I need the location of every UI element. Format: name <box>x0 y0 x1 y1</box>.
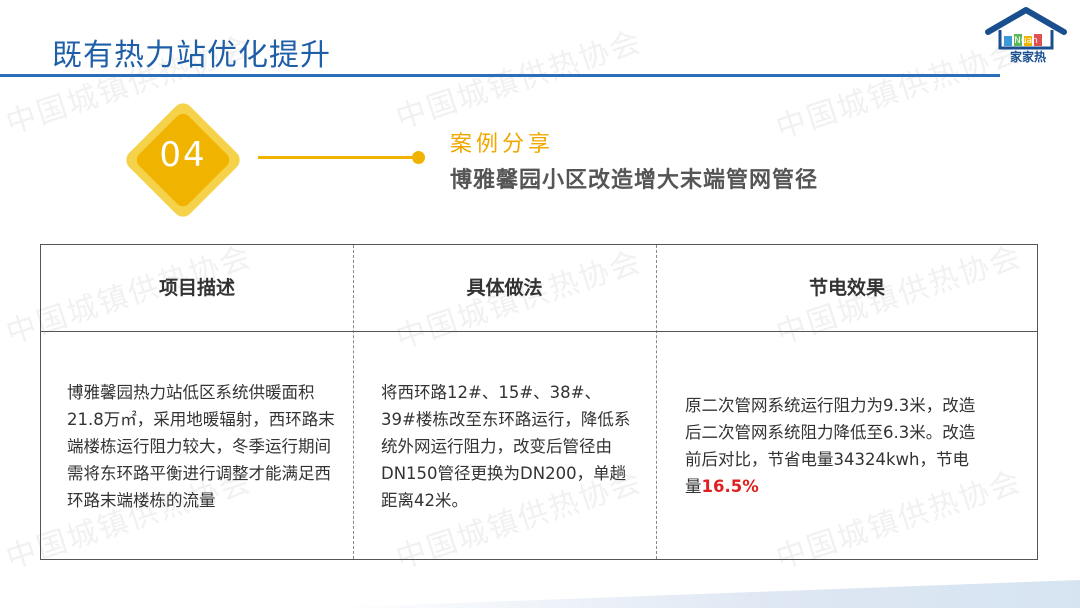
effect-paragraph: 原二次管网系统运行阻力为9.3米，改造后二次管网系统阻力降低至6.3米。改造前后… <box>685 392 985 500</box>
case-label: 案例分享 <box>450 132 555 157</box>
bottom-decoration <box>320 580 1080 608</box>
cell-description: 博雅馨园热力站低区系统供暖面积21.8万㎡，采用地暖辐射，西环路末端楼栋运行阻力… <box>67 331 337 561</box>
effect-highlight: 16.5% <box>701 477 759 496</box>
page-title: 既有热力站优化提升 <box>52 38 331 73</box>
case-number-badge: 04 <box>118 95 248 225</box>
watermark: 中国城镇供热协会 <box>391 24 647 137</box>
description-text: 博雅馨园热力站低区系统供暖面积21.8万㎡，采用地暖辐射，西环路末端楼栋运行阻力… <box>67 382 335 510</box>
case-table: 项目描述 具体做法 节电效果 博雅馨园热力站低区系统供暖面积21.8万㎡，采用地… <box>40 244 1038 560</box>
header-effect: 节电效果 <box>808 277 885 299</box>
cell-method: 将西环路12#、15#、38#、39#楼栋改至东环路运行，降低系统外网运行阻力，… <box>381 331 633 561</box>
connector-dot <box>412 151 425 164</box>
method-text: 将西环路12#、15#、38#、39#楼栋改至东环路运行，降低系统外网运行阻力，… <box>381 382 631 510</box>
logo-badge: Nuan <box>1014 36 1038 46</box>
logo-text: 家家热 <box>1009 50 1046 64</box>
header-description: 项目描述 <box>158 277 235 299</box>
header-method: 具体做法 <box>466 277 543 299</box>
title-underline <box>0 74 1000 77</box>
connector-line <box>258 156 416 159</box>
case-number: 04 <box>159 135 207 175</box>
case-title: 博雅馨园小区改造增大末端管网管径 <box>450 168 819 193</box>
cell-effect: 原二次管网系统运行阻力为9.3米，改造后二次管网系统阻力降低至6.3米。改造前后… <box>685 331 985 561</box>
